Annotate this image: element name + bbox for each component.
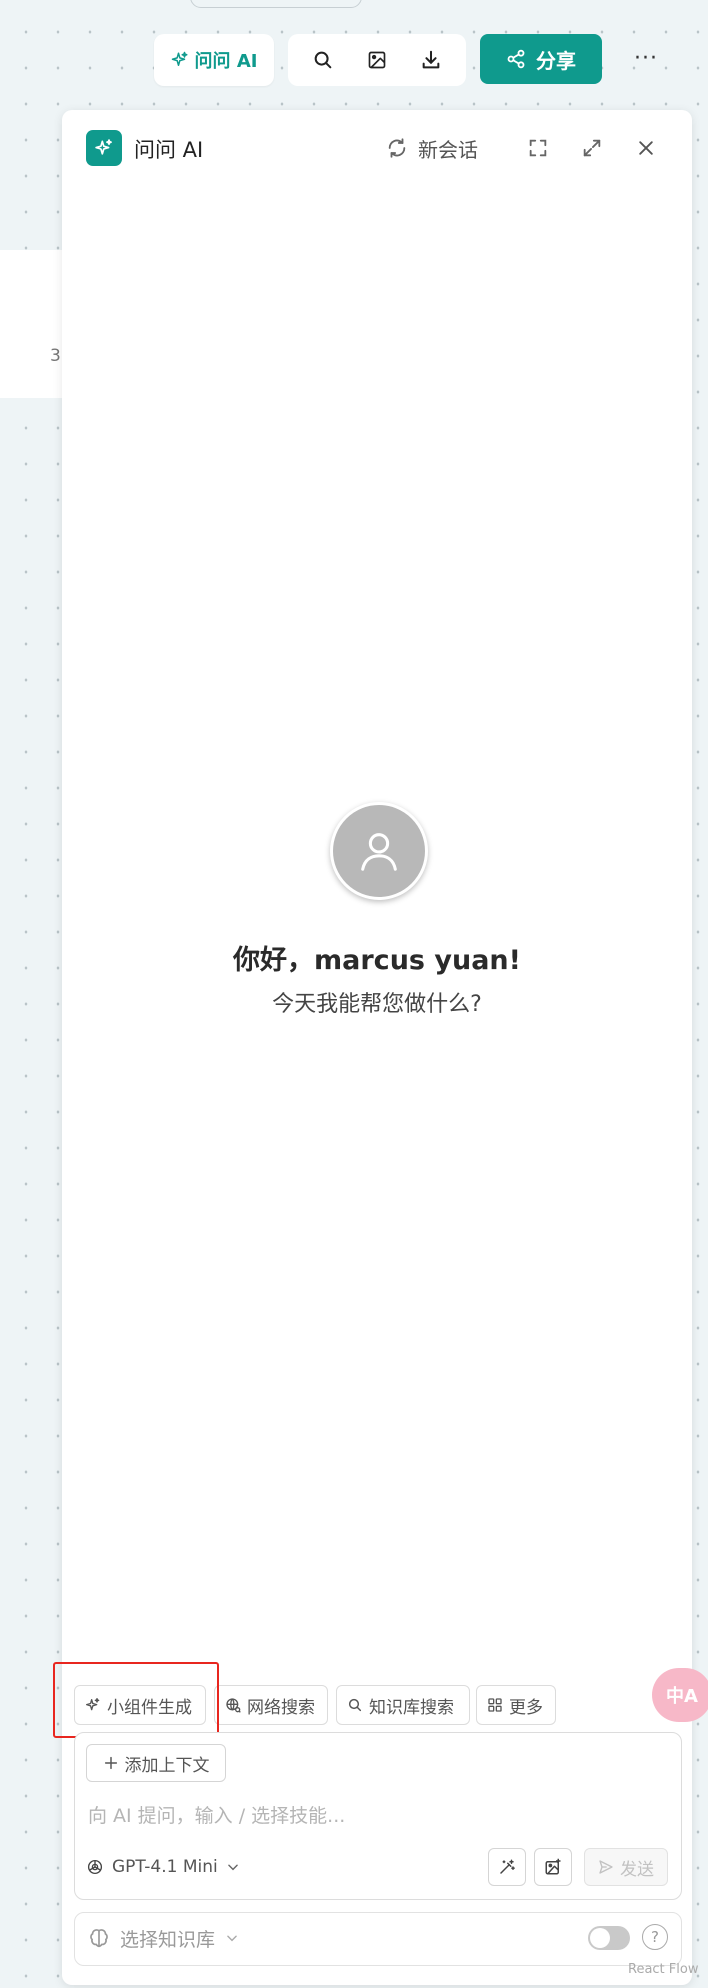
magic-wand-button[interactable] (488, 1848, 526, 1886)
canvas-node-number: 3 (50, 346, 61, 366)
openai-icon (86, 1858, 104, 1876)
chip-web-search[interactable]: 网络搜索 (214, 1685, 328, 1725)
share-icon (506, 49, 526, 69)
search-button[interactable] (305, 42, 341, 78)
image-add-icon (544, 1858, 562, 1876)
globe-icon (225, 1697, 241, 1713)
chip-label: 网络搜索 (247, 1697, 315, 1718)
magic-wand-icon (498, 1858, 516, 1876)
panel-title: 问问 AI (134, 138, 204, 162)
add-context-button[interactable]: 添加上下文 (86, 1744, 226, 1782)
chevron-down-icon (226, 1860, 240, 1874)
ask-ai-label: 问问 AI (194, 51, 258, 72)
sparkle-icon (94, 138, 114, 158)
highlight-annotation (53, 1662, 219, 1738)
fullscreen-icon (527, 137, 549, 159)
chip-label: 更多 (509, 1697, 543, 1718)
search-icon (312, 49, 334, 71)
canvas-node-card[interactable] (0, 250, 62, 398)
send-label: 发送 (620, 1859, 654, 1880)
download-icon (420, 49, 442, 71)
share-button[interactable]: 分享 (480, 34, 602, 84)
translate-icon: 中A (666, 1686, 698, 1707)
avatar (330, 802, 428, 900)
image-button[interactable] (359, 42, 395, 78)
top-decor-curve (190, 0, 362, 8)
more-icon: ··· (634, 45, 658, 71)
more-menu-button[interactable]: ··· (626, 40, 666, 76)
ai-logo (86, 130, 122, 166)
help-label: ? (651, 1928, 659, 1946)
toolbar-group (288, 34, 466, 86)
chevron-down-icon (225, 1931, 239, 1945)
sparkle-icon (171, 51, 189, 69)
grid-icon (487, 1697, 503, 1713)
react-flow-attribution[interactable]: React Flow (628, 1962, 698, 1977)
knowledge-base-label: 选择知识库 (120, 1928, 216, 1951)
translate-button[interactable]: 中A (652, 1668, 708, 1722)
refresh-icon (386, 137, 408, 159)
send-icon (598, 1859, 614, 1875)
expand-button[interactable] (576, 132, 608, 164)
ask-ai-button[interactable]: 问问 AI (154, 34, 274, 86)
chip-kb-search[interactable]: 知识库搜索 (336, 1685, 470, 1725)
download-button[interactable] (413, 42, 449, 78)
send-button[interactable]: 发送 (584, 1848, 668, 1886)
model-selector[interactable]: GPT-4.1 Mini (86, 1850, 240, 1884)
knowledge-base-selector[interactable]: 选择知识库 (88, 1922, 239, 1954)
image-icon (367, 50, 387, 70)
close-icon (636, 138, 656, 158)
image-upload-button[interactable] (534, 1848, 572, 1886)
close-button[interactable] (630, 132, 662, 164)
new-chat-button[interactable]: 新会话 (386, 130, 478, 166)
new-chat-label: 新会话 (418, 137, 478, 162)
greeting-subtitle: 今天我能帮您做什么? (272, 992, 482, 1017)
chip-more[interactable]: 更多 (476, 1685, 556, 1725)
help-icon[interactable]: ? (642, 1924, 668, 1950)
user-icon (356, 828, 402, 874)
plus-icon (103, 1755, 119, 1771)
greeting-title: 你好，marcus yuan! (233, 945, 521, 976)
search-icon (347, 1697, 363, 1713)
prompt-input[interactable] (86, 1798, 670, 1834)
model-name: GPT-4.1 Mini (112, 1857, 218, 1877)
fullscreen-button[interactable] (522, 132, 554, 164)
chip-label: 知识库搜索 (369, 1697, 454, 1718)
brain-icon (88, 1927, 110, 1949)
add-context-label: 添加上下文 (124, 1755, 210, 1776)
toggle-knob (590, 1928, 610, 1948)
share-label: 分享 (536, 48, 576, 73)
expand-icon (581, 137, 603, 159)
